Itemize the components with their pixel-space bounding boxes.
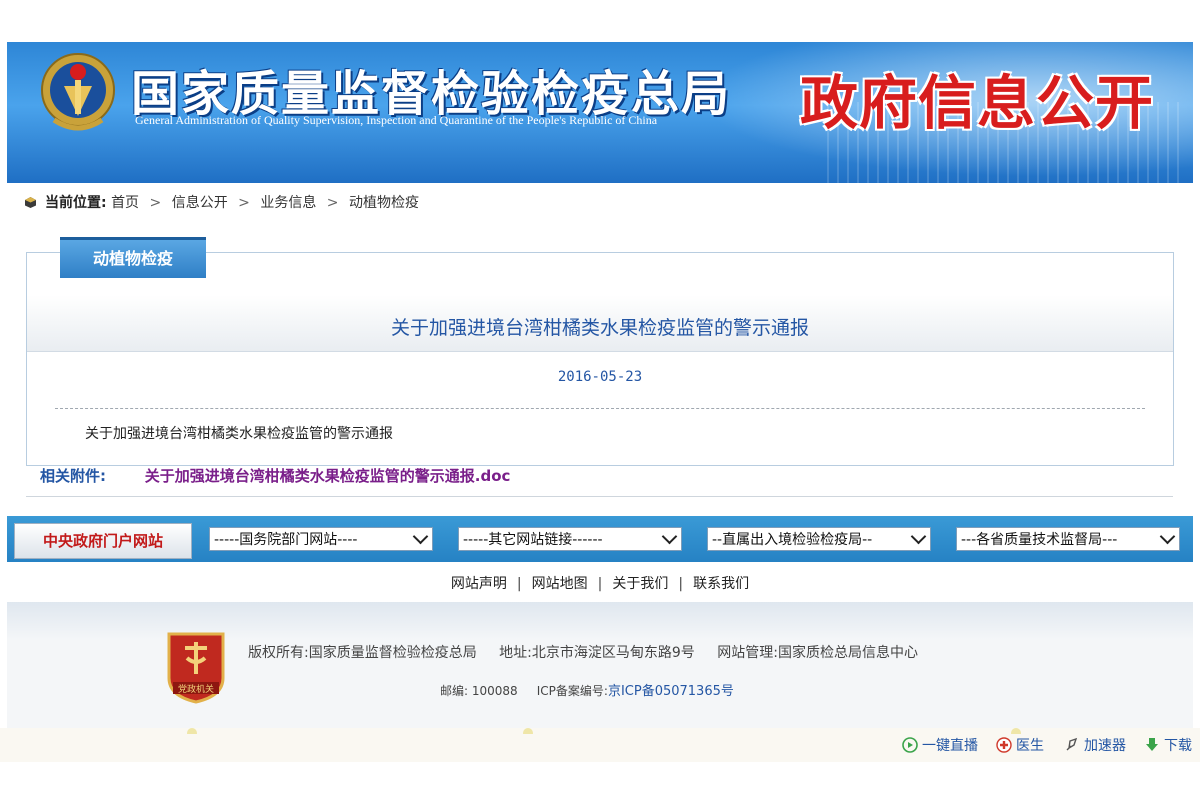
national-emblem-icon bbox=[41, 53, 115, 131]
footer-admin: 网站管理:国家质检总局信息中心 bbox=[717, 645, 918, 661]
breadcrumb-separator: > bbox=[238, 195, 250, 211]
breadcrumb: 当前位置: 首页 > 信息公开 > 业务信息 > 动植物检疫 bbox=[24, 192, 419, 212]
status-one-click-live[interactable]: 一键直播 bbox=[902, 735, 978, 755]
links-nav-strip: 中央政府门户网站 -----国务院部门网站---- -----其它网站链接---… bbox=[7, 516, 1193, 562]
article-panel: 动植物检疫 关于加强进境台湾柑橘类水果检疫监管的警示通报 2016-05-23 … bbox=[26, 237, 1174, 466]
article-body: 关于加强进境台湾柑橘类水果检疫监管的警示通报 bbox=[85, 426, 393, 442]
attachment-row: 相关附件: 关于加强进境台湾柑橘类水果检疫监管的警示通报.doc bbox=[40, 465, 510, 486]
site-title-en: General Administration of Quality Superv… bbox=[135, 113, 658, 127]
central-gov-portal-button[interactable]: 中央政府门户网站 bbox=[14, 523, 192, 559]
footer-link-statement[interactable]: 网站声明 bbox=[451, 576, 507, 592]
select-value: -----国务院部门网站---- bbox=[214, 532, 358, 548]
article-date: 2016-05-23 bbox=[557, 369, 643, 385]
status-label: 医生 bbox=[1016, 738, 1044, 754]
svg-text:党政机关: 党政机关 bbox=[178, 683, 214, 695]
gov-info-open-title: 政府信息公开 bbox=[800, 69, 1155, 137]
select-value: ---各省质量技术监督局--- bbox=[961, 532, 1118, 548]
section-divider bbox=[26, 496, 1173, 497]
chevron-down-icon bbox=[1159, 528, 1176, 545]
medical-cross-icon bbox=[996, 737, 1012, 753]
footer-link-about[interactable]: 关于我们 bbox=[612, 576, 668, 592]
footer-icp-link[interactable]: 京ICP备05071365号 bbox=[608, 684, 734, 699]
footer-copyright-line: 版权所有:国家质量监督检验检疫总局 地址:北京市海淀区马甸东路9号 网站管理:国… bbox=[248, 642, 936, 662]
site-banner: 国家质量监督检验检疫总局 General Administration of Q… bbox=[7, 42, 1193, 183]
footer-registration-line: 邮编: 100088 ICP备案编号:京ICP备05071365号 bbox=[440, 680, 734, 699]
party-gov-badge-icon[interactable]: 党政机关 bbox=[165, 630, 227, 704]
status-doctor[interactable]: 医生 bbox=[996, 735, 1044, 755]
status-decoration bbox=[187, 728, 1021, 734]
footer-link-contact[interactable]: 联系我们 bbox=[693, 576, 749, 592]
chevron-down-icon bbox=[661, 528, 678, 545]
breadcrumb-separator: > bbox=[149, 195, 162, 211]
status-download[interactable]: 下载 bbox=[1144, 735, 1192, 755]
attachment-label: 相关附件: bbox=[40, 467, 106, 485]
breadcrumb-label: 当前位置: bbox=[45, 195, 107, 211]
rocket-icon bbox=[1066, 737, 1078, 751]
tab-animal-plant-quarantine[interactable]: 动植物检疫 bbox=[60, 237, 206, 278]
article-title: 关于加强进境台湾柑橘类水果检疫监管的警示通报 bbox=[390, 317, 809, 339]
play-circle-icon bbox=[902, 737, 918, 753]
footer-address: 地址:北京市海淀区马甸东路9号 bbox=[499, 645, 695, 661]
status-accelerator[interactable]: 加速器 bbox=[1064, 735, 1126, 755]
footer-divider: | bbox=[516, 576, 522, 592]
footer-link-sitemap[interactable]: 网站地图 bbox=[532, 576, 588, 592]
attachment-file-link[interactable]: 关于加强进境台湾柑橘类水果检疫监管的警示通报.doc bbox=[145, 467, 511, 485]
breadcrumb-animal-plant[interactable]: 动植物检疫 bbox=[349, 195, 419, 211]
footer-postcode: 邮编: 100088 bbox=[440, 684, 518, 698]
chevron-down-icon bbox=[412, 528, 429, 545]
select-ciq-bureaus[interactable]: --直属出入境检验检疫局-- bbox=[707, 527, 931, 551]
status-label: 一键直播 bbox=[922, 738, 978, 754]
footer-copyright: 版权所有:国家质量监督检验检疫总局 bbox=[248, 645, 477, 661]
select-state-council-sites[interactable]: -----国务院部门网站---- bbox=[209, 527, 433, 551]
breadcrumb-separator: > bbox=[326, 195, 339, 211]
footer-divider: | bbox=[678, 576, 684, 592]
location-cube-icon bbox=[25, 197, 36, 208]
breadcrumb-home[interactable]: 首页 bbox=[111, 195, 139, 211]
select-provincial-bureaus[interactable]: ---各省质量技术监督局--- bbox=[956, 527, 1180, 551]
footer-divider: | bbox=[597, 576, 603, 592]
footer-links: 网站声明 | 网站地图 | 关于我们 | 联系我们 bbox=[7, 573, 1193, 593]
download-arrow-icon bbox=[1146, 738, 1158, 751]
select-value: -----其它网站链接------ bbox=[463, 532, 603, 548]
breadcrumb-info-open[interactable]: 信息公开 bbox=[172, 195, 228, 211]
footer-icp-label: ICP备案编号: bbox=[536, 684, 608, 698]
select-other-links[interactable]: -----其它网站链接------ bbox=[458, 527, 682, 551]
breadcrumb-business-info[interactable]: 业务信息 bbox=[260, 195, 316, 211]
chevron-down-icon bbox=[910, 528, 927, 545]
status-label: 下载 bbox=[1164, 738, 1192, 754]
select-value: --直属出入境检验检疫局-- bbox=[712, 532, 873, 548]
status-label: 加速器 bbox=[1084, 738, 1126, 754]
dashed-divider bbox=[55, 408, 1145, 409]
